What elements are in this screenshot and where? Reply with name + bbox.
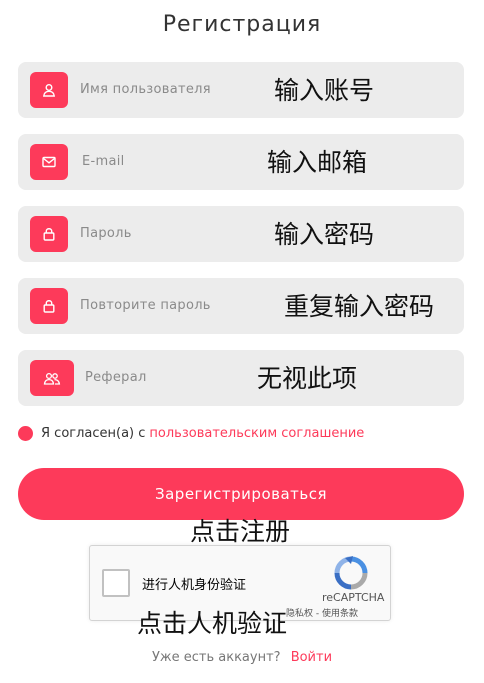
user-icon (30, 72, 68, 108)
recaptcha-logo-icon (334, 556, 368, 590)
agreement-text: Я согласен(а) с (41, 425, 146, 441)
captcha-annotation: 点击人机验证 (137, 609, 288, 638)
agreement-radio[interactable] (18, 425, 33, 441)
page-title: Регистрация (162, 12, 322, 37)
agreement-row: Я согласен(а) с пользовательским соглаше… (18, 424, 364, 442)
recaptcha-label: 进行人机身份验证 (142, 578, 247, 593)
agreement-link[interactable]: пользовательским соглашение (149, 426, 364, 441)
login-link[interactable]: Войти (291, 650, 332, 665)
username-field[interactable]: Имя пользователя 输入账号 (18, 62, 464, 118)
referral-field[interactable]: Реферал 无视此项 (18, 350, 464, 406)
login-prompt: Уже есть аккаунт? Войти (0, 650, 484, 665)
email-field[interactable]: E-mail 输入邮箱 (18, 134, 464, 190)
repeat-password-annotation: 重复输入密码 (284, 292, 435, 321)
recaptcha-brand: reCAPTCHA (322, 591, 385, 604)
email-placeholder: E-mail (82, 154, 125, 169)
password-annotation: 输入密码 (274, 220, 375, 249)
repeat-password-field[interactable]: Повторите пароль 重复输入密码 (18, 278, 464, 334)
username-annotation: 输入账号 (274, 76, 375, 105)
register-annotation: 点击注册 (190, 517, 291, 546)
recaptcha-terms-link[interactable]: 隐私权 - 使用条款 (286, 606, 358, 619)
mail-icon (30, 144, 68, 180)
username-placeholder: Имя пользователя (80, 82, 211, 97)
recaptcha-checkbox[interactable] (102, 569, 130, 597)
referral-placeholder: Реферал (85, 370, 147, 385)
lock-icon (30, 288, 68, 324)
repeat-password-placeholder: Повторите пароль (80, 298, 211, 313)
email-annotation: 输入邮箱 (267, 148, 368, 177)
login-question: Уже есть аккаунт? (151, 650, 281, 665)
password-field[interactable]: Пароль 输入密码 (18, 206, 464, 262)
referral-annotation: 无视此项 (257, 364, 358, 393)
password-placeholder: Пароль (80, 226, 132, 241)
lock-icon (30, 216, 68, 252)
users-icon (30, 360, 74, 396)
